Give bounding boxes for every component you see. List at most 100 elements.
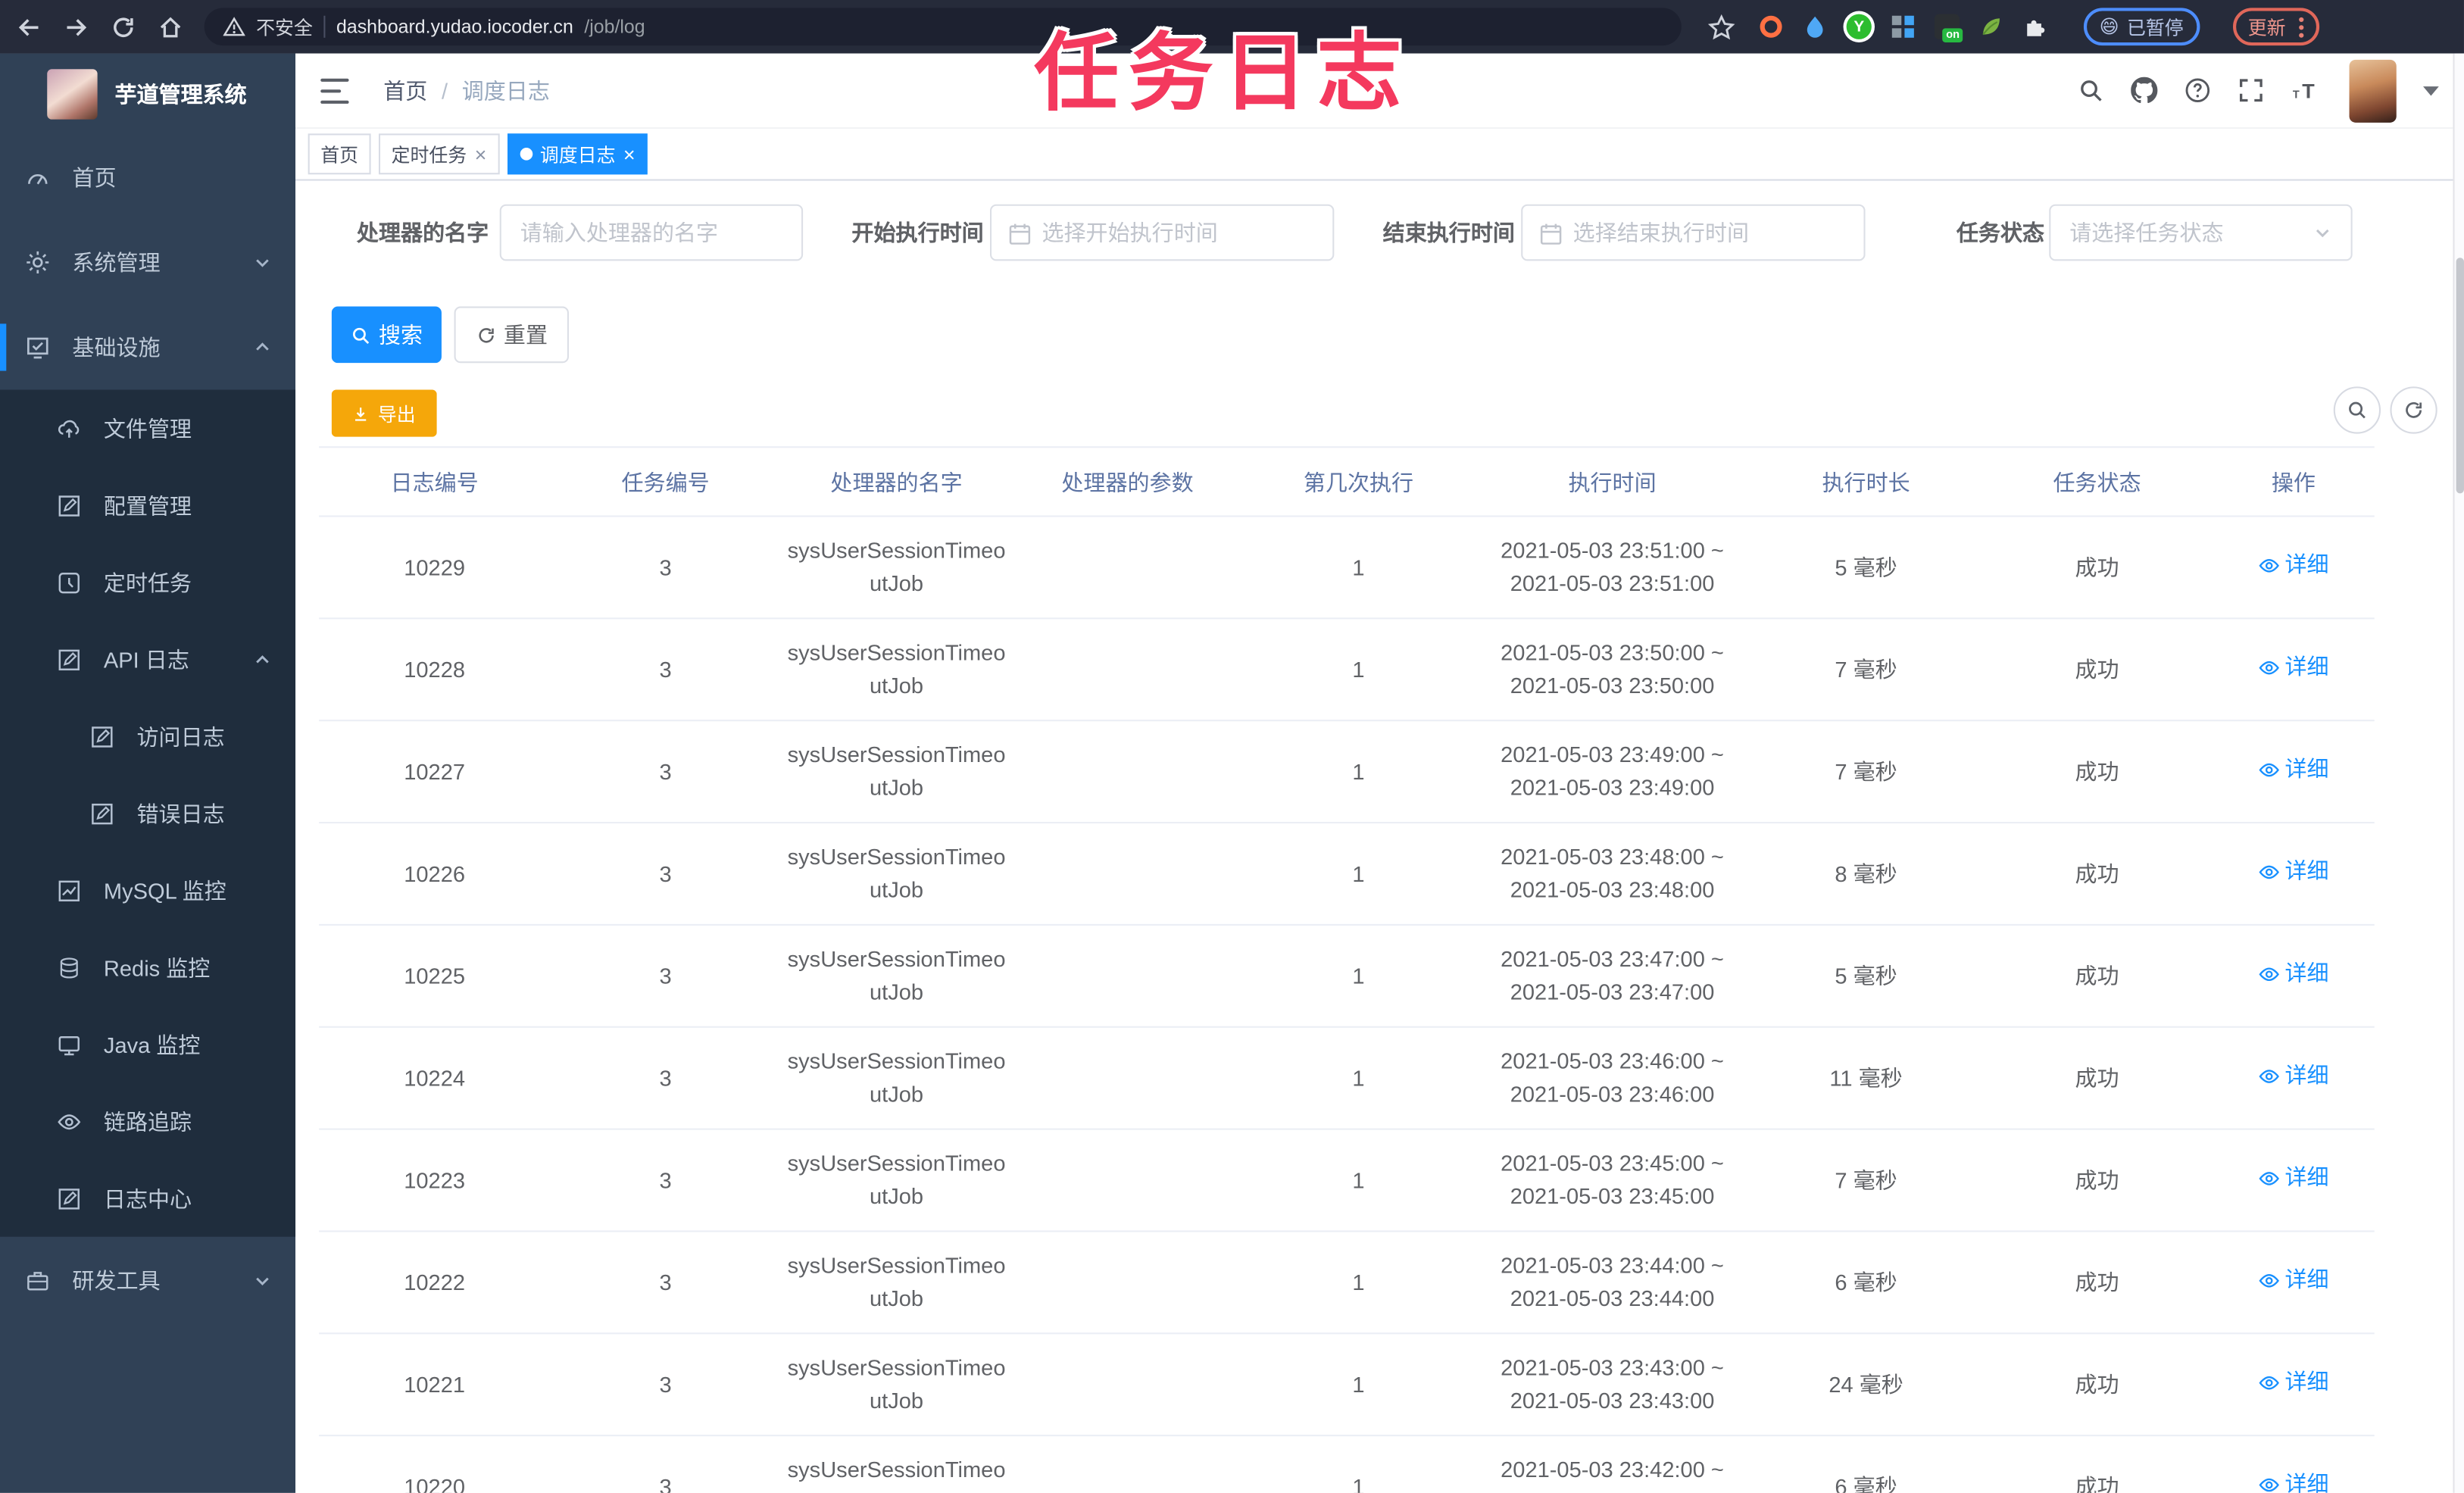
sidebar-item-dev-tools[interactable]: 研发工具: [0, 1237, 295, 1325]
breadcrumb-home[interactable]: 首页: [383, 75, 427, 106]
cell-handler-name: sysUserSessionTimeoutJob: [787, 639, 1006, 698]
sidebar-item-label: MySQL 监控: [103, 877, 226, 903]
page-scrollbar[interactable]: [2453, 53, 2464, 1493]
detail-link[interactable]: 详细: [2258, 957, 2329, 991]
eye-icon: [2259, 1478, 2279, 1491]
start-time-label: 开始执行时间: [851, 220, 984, 245]
sidebar-item-home[interactable]: 首页: [0, 135, 295, 220]
cell-execute-time: 2021-05-03 23:42:00 ~ 2021-05-03 23:42:0…: [1501, 1457, 1724, 1493]
fullscreen-icon[interactable]: [2238, 77, 2264, 104]
export-button[interactable]: 导出: [331, 389, 437, 437]
extension-grid-icon[interactable]: [1891, 14, 1916, 39]
detail-link[interactable]: 详细: [2258, 651, 2329, 684]
download-icon: [355, 407, 367, 420]
cell-handler-name: sysUserSessionTimeoutJob: [787, 1150, 1006, 1209]
breadcrumb-current: 调度日志: [461, 77, 550, 103]
avatar-caret-icon[interactable]: [2423, 86, 2439, 95]
scrollbar-thumb[interactable]: [2456, 258, 2464, 494]
end-time-label: 结束执行时间: [1382, 220, 1515, 245]
extension-leaf-icon[interactable]: [1978, 14, 2003, 39]
detail-link[interactable]: 详细: [2258, 1263, 2329, 1297]
font-size-icon[interactable]: TT: [2291, 77, 2322, 104]
forward-icon[interactable]: [63, 14, 89, 40]
extension-on-icon[interactable]: on: [1934, 14, 1963, 43]
y-letter: Y: [1853, 17, 1865, 36]
sidebar-item-label: API 日志: [103, 646, 189, 672]
sidebar-toggle-icon[interactable]: [320, 77, 349, 103]
reload-icon[interactable]: [110, 14, 136, 40]
start-time-field[interactable]: [989, 204, 1335, 261]
bookmark-star-icon[interactable]: [1708, 13, 1735, 40]
handler-name-input[interactable]: [501, 205, 802, 260]
sidebar-item-error-log[interactable]: 错误日志: [0, 775, 295, 852]
handler-name-field[interactable]: [499, 204, 804, 261]
paused-extension-badge[interactable]: 😄 已暂停: [2083, 8, 2200, 46]
sidebar-item-java-monitor[interactable]: Java 监控: [0, 1006, 295, 1083]
close-icon[interactable]: ×: [475, 144, 487, 164]
end-time-field[interactable]: [1521, 204, 1866, 261]
sidebar-item-log-center[interactable]: 日志中心: [0, 1160, 295, 1237]
avatar[interactable]: [2349, 58, 2397, 122]
detail-link[interactable]: 详细: [2258, 1366, 2329, 1399]
detail-link[interactable]: 详细: [2258, 855, 2329, 889]
github-icon[interactable]: [2131, 77, 2158, 104]
cell-status: 成功: [2075, 1064, 2119, 1090]
cell-handler-name: sysUserSessionTimeoutJob: [787, 1457, 1006, 1493]
sidebar-item-system[interactable]: 系统管理: [0, 220, 295, 305]
extension-drop-icon[interactable]: [1803, 14, 1828, 39]
detail-link[interactable]: 详细: [2258, 753, 2329, 786]
sidebar-item-tracing[interactable]: 链路追踪: [0, 1082, 295, 1160]
cell-job-id: 3: [659, 1064, 672, 1090]
home-icon[interactable]: [157, 14, 183, 40]
toggle-search-button[interactable]: [2333, 386, 2381, 434]
tab-scheduled-jobs[interactable]: 定时任务 ×: [379, 133, 499, 175]
address-bar[interactable]: 不安全 dashboard.yudao.iocoder.cn/job/log: [204, 8, 1682, 46]
sidebar-item-redis-monitor[interactable]: Redis 监控: [0, 929, 295, 1006]
calendar-icon: [1540, 223, 1562, 245]
cell-execute-index: 1: [1352, 1167, 1365, 1192]
search-icon[interactable]: [2078, 77, 2104, 104]
end-time-input[interactable]: [1522, 205, 1864, 260]
extension-y-icon[interactable]: Y: [1846, 14, 1872, 39]
chrome-update-button[interactable]: 更新: [2232, 8, 2319, 46]
back-icon[interactable]: [16, 14, 42, 40]
sidebar-item-mysql-monitor[interactable]: MySQL 监控: [0, 851, 295, 929]
cell-execute-index: 1: [1352, 554, 1365, 579]
browser-menu-icon[interactable]: [2298, 16, 2303, 37]
detail-link[interactable]: 详细: [2258, 1468, 2329, 1493]
tab-home[interactable]: 首页: [308, 133, 371, 175]
sidebar-item-access-log[interactable]: 访问日志: [0, 698, 295, 775]
table-row: 10221 3 sysUserSessionTimeoutJob 1 2021-…: [319, 1334, 2375, 1437]
cell-log-id: 10220: [404, 1473, 466, 1493]
sidebar-item-api-log[interactable]: API 日志: [0, 620, 295, 698]
cell-status: 成功: [2075, 962, 2119, 988]
header-actions: TT: [2078, 58, 2439, 122]
help-icon[interactable]: [2184, 77, 2211, 104]
tab-job-log[interactable]: 调度日志 ×: [507, 133, 648, 175]
sidebar-item-config-management[interactable]: 配置管理: [0, 467, 295, 544]
close-icon[interactable]: ×: [623, 144, 636, 164]
cell-execute-index: 1: [1352, 656, 1365, 682]
cell-job-id: 3: [659, 554, 672, 579]
start-time-input[interactable]: [992, 205, 1333, 260]
detail-link[interactable]: 详细: [2258, 1060, 2329, 1093]
search-button[interactable]: 搜索: [331, 306, 442, 364]
cell-status: 成功: [2075, 656, 2119, 682]
sidebar-item-infrastructure[interactable]: 基础设施: [0, 305, 295, 389]
job-status-select[interactable]: 请选择任务状态: [2049, 204, 2353, 261]
sidebar-item-scheduled-jobs[interactable]: 定时任务: [0, 544, 295, 621]
col-duration: 执行时长: [1822, 469, 1910, 495]
cell-actions: 详细: [2213, 753, 2375, 790]
col-handler-param: 处理器的参数: [1061, 469, 1194, 495]
extension-puzzle-icon[interactable]: [2022, 14, 2047, 39]
detail-link-label: 详细: [2284, 858, 2329, 884]
detail-link[interactable]: 详细: [2258, 549, 2329, 583]
screen: 不安全 dashboard.yudao.iocoder.cn/job/log Y…: [0, 0, 2464, 1493]
sidebar-item-file-management[interactable]: 文件管理: [0, 390, 295, 467]
refresh-table-button[interactable]: [2390, 386, 2437, 434]
annotation-title: 任务日志: [1034, 27, 1411, 121]
sidebar-item-label: 系统管理: [72, 249, 161, 276]
detail-link[interactable]: 详细: [2258, 1162, 2329, 1195]
reset-button[interactable]: 重置: [454, 306, 570, 364]
extension-ring-icon[interactable]: [1758, 14, 1783, 39]
